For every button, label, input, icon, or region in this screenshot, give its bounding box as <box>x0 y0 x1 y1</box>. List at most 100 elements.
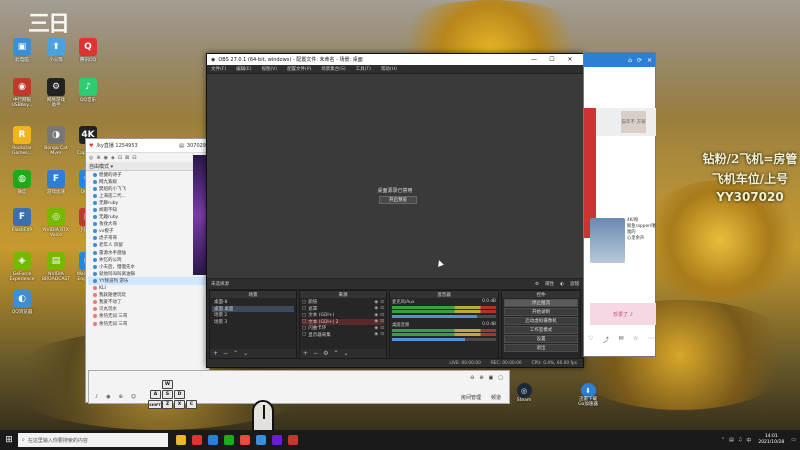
desktop-icon[interactable]: Q 腾讯QQ <box>70 38 106 63</box>
network-icon[interactable]: ▤ <box>729 437 734 443</box>
desktop-icon[interactable]: ◎ NVIDIA RTX Voice <box>38 208 74 238</box>
desktop-icon[interactable]: ◑ Bongo Cat Mver <box>38 126 74 156</box>
windows-start-icon[interactable]: ⊞ <box>0 430 18 450</box>
desktop-icon[interactable]: R Rockstar Games... <box>4 126 40 156</box>
artist-photo[interactable] <box>590 218 625 263</box>
lock-icon[interactable]: ⊡ <box>380 332 384 337</box>
visibility-eye-icon[interactable]: ◉ <box>374 326 378 331</box>
minimize-icon[interactable]: — <box>525 56 543 63</box>
room-manage-tab[interactable]: 房间管理 <box>461 394 481 401</box>
web-close-icon[interactable]: ✕ <box>647 57 652 64</box>
visibility-eye-icon[interactable]: ◉ <box>374 306 378 311</box>
ime-icon[interactable]: 中 <box>746 437 751 444</box>
taskbar-app-icon[interactable] <box>272 435 282 445</box>
list-item[interactable]: 孜孜大哥 <box>88 221 207 228</box>
taskbar-app-icon[interactable] <box>192 435 202 445</box>
desktop-icon-downloader[interactable]: ⬇ 迅雷下载 Go加速器 <box>570 383 606 408</box>
obs-preview[interactable]: 桌面源录已禁用 开启预览 <box>207 74 583 279</box>
list-item[interactable]: 稳健的诗子 <box>88 171 207 178</box>
web-card[interactable]: 猫年不 方骑 <box>596 108 656 136</box>
lock-icon[interactable]: ⊡ <box>380 306 384 311</box>
taskbar-clock[interactable]: 14:01 2021/10/28 <box>755 434 787 445</box>
desktop-icon[interactable]: ⬆ 小火箭 <box>38 38 74 63</box>
desktop-icon[interactable]: ▣ 此电脑 <box>4 38 40 63</box>
source-item[interactable]: ▢ 闪曲卡环 ◉ ⊡ <box>302 325 384 332</box>
heart-outline-icon[interactable]: ♡ <box>588 335 593 344</box>
source-down-icon[interactable]: ⌄ <box>343 350 348 357</box>
source-properties-button[interactable]: 属性 <box>545 281 554 287</box>
remove-source-icon[interactable]: − <box>313 350 318 357</box>
scene-item[interactable]: 场景 3 <box>212 319 294 326</box>
live-tool-icon[interactable]: ◉ <box>104 155 108 161</box>
properties-gear-icon[interactable]: ⚙ <box>535 282 539 287</box>
star-icon[interactable]: ☆ <box>633 335 638 344</box>
share-icon[interactable]: ⤴ <box>603 335 609 344</box>
list-item[interactable]: 雷源水手盘陆 <box>88 249 207 256</box>
desktop-icon[interactable]: F FlashFXP <box>4 208 40 233</box>
chat-tool-icon[interactable]: ♪ <box>95 394 98 400</box>
chat-tool-icon[interactable]: ☺ <box>131 394 136 400</box>
taskbar-app-icon[interactable] <box>224 435 234 445</box>
taskbar-app-icon[interactable] <box>176 435 186 445</box>
list-item[interactable]: 闻雨不知 <box>88 206 207 213</box>
notification-icon[interactable]: ▭ <box>791 437 796 443</box>
lock-icon[interactable]: ⊡ <box>380 300 384 305</box>
live-tool-icon[interactable]: ◎ <box>89 155 93 161</box>
desktop-icon[interactable]: ◈ GeForce Experience <box>4 252 40 282</box>
control-button[interactable]: 停止推流 <box>504 299 578 307</box>
live-tool-icon[interactable]: ⊕ <box>96 155 100 161</box>
channel-tab[interactable]: 频道 <box>491 394 501 401</box>
list-item[interactable]: 小天后，慢慢先水 <box>88 263 207 270</box>
visibility-eye-icon[interactable]: ◉ <box>374 300 378 305</box>
list-item[interactable]: YY频道列 游乐 <box>88 277 207 285</box>
maximize-icon[interactable]: ☐ <box>543 56 561 63</box>
list-item[interactable]: 我爱不动了 <box>88 299 207 306</box>
obs-menu-item[interactable]: 配置文件(P) <box>287 66 311 72</box>
taskbar-app-icon[interactable] <box>288 435 298 445</box>
control-button[interactable]: 工作室模式 <box>504 326 578 334</box>
chat-quick-icon[interactable]: ▢ <box>498 375 503 381</box>
chat-quick-icon[interactable]: ▣ <box>489 375 494 381</box>
taskbar-app-icon[interactable] <box>256 435 266 445</box>
pink-promo-card[interactable]: 珍爱了 ♪ <box>590 303 656 325</box>
list-item[interactable]: 上海莲二代... <box>88 192 207 199</box>
source-item[interactable]: ▢ 文本 (GDI+) ◉ ⊡ <box>302 312 384 319</box>
desktop-icon[interactable]: ◐ QQ浏览器 <box>4 290 40 315</box>
chat-quick-icon[interactable]: ⊖ <box>470 375 474 381</box>
obs-menu-item[interactable]: 帮助(H) <box>381 66 397 72</box>
volume-slider[interactable] <box>392 338 496 341</box>
source-item[interactable]: ▢ 显示器采集 ◉ ⊡ <box>302 332 384 339</box>
desktop-icon[interactable]: ▤ NVIDIA BROADCAST <box>38 252 74 282</box>
list-item[interactable]: KLI <box>88 285 207 292</box>
lock-icon[interactable]: ⊡ <box>380 313 384 318</box>
control-button[interactable]: 开始录制 <box>504 308 578 316</box>
desktop-icon[interactable]: ⚙ 网易游戏 助手 <box>38 78 74 108</box>
list-item[interactable]: 网九紫殿 <box>88 178 207 185</box>
obs-menu-item[interactable]: 文件(F) <box>211 66 226 72</box>
chat-tool-icon[interactable]: ◉ <box>106 394 110 400</box>
control-button[interactable]: 退出 <box>504 344 578 352</box>
chat-quick-icon[interactable]: ⊕ <box>479 375 483 381</box>
control-button[interactable]: 设置 <box>504 335 578 343</box>
volume-slider[interactable] <box>392 315 496 318</box>
tray-chevron-icon[interactable]: ⌃ <box>721 437 725 443</box>
volume-icon[interactable]: ♫ <box>738 437 742 443</box>
close-icon[interactable]: ✕ <box>561 56 579 63</box>
obs-menu-item[interactable]: 视图(V) <box>261 66 277 72</box>
live-tool-icon[interactable]: ◈ <box>111 155 115 161</box>
comment-icon[interactable]: ✉ <box>618 335 623 344</box>
list-item[interactable]: 贝丸玩水 <box>88 306 207 313</box>
list-item[interactable]: 无聊ruby <box>88 199 207 206</box>
list-item[interactable]: 樊绍的小飞飞 <box>88 185 207 192</box>
live-mode-selector[interactable]: 自由模式 ▾ <box>86 162 209 171</box>
list-item[interactable]: 余热无词 三哥 <box>88 320 207 327</box>
desktop-icon-steam[interactable]: ◎ Steam <box>512 383 536 403</box>
remove-scene-icon[interactable]: − <box>223 350 228 357</box>
list-item[interactable]: 老年人 风留 <box>88 242 207 249</box>
desktop-icon[interactable]: F 游戏加速 <box>38 170 74 195</box>
lock-icon[interactable]: ⊡ <box>380 326 384 331</box>
taskbar-search[interactable]: ⌕ 在这里输入你要搜索的内容 <box>18 433 168 447</box>
list-item[interactable]: vv橙子 <box>88 228 207 235</box>
list-item[interactable]: 无趣ruby <box>88 214 207 221</box>
list-item[interactable]: 失忆的公鸡 <box>88 256 207 263</box>
